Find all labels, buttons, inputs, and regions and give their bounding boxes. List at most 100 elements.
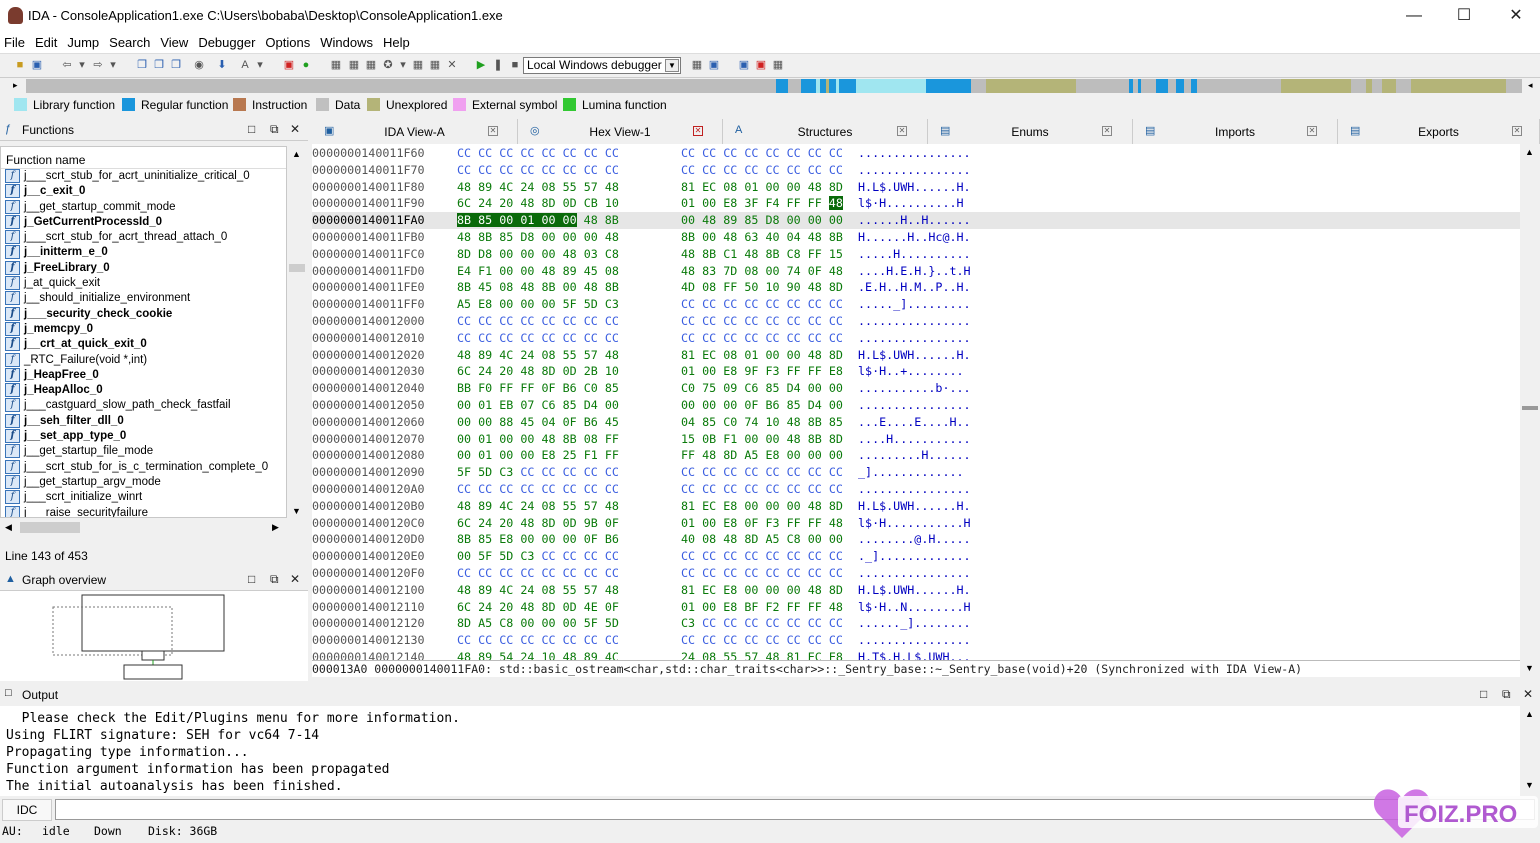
panel-minimize-icon[interactable]: □ bbox=[1480, 687, 1487, 701]
tab-close-icon[interactable]: ✕ bbox=[1307, 126, 1317, 136]
cross-icon[interactable]: ✕ bbox=[446, 59, 458, 71]
hex-bytes-left[interactable]: 48 89 4C 24 08 55 57 48 bbox=[457, 582, 619, 599]
function-list-item[interactable]: f j_memcpy_0 bbox=[1, 321, 286, 337]
hex-row[interactable]: 0000000140011FC0 8D D8 00 00 00 48 03 C8 4… bbox=[312, 246, 1520, 263]
panel-close-icon[interactable]: ✕ bbox=[290, 572, 300, 586]
hex-vertical-scrollbar[interactable]: ▲ ▼ bbox=[1520, 144, 1540, 677]
jump-down-icon[interactable]: ⬇ bbox=[216, 59, 228, 71]
chevron-down-icon[interactable]: ▾ bbox=[254, 59, 266, 71]
hex-bytes-left[interactable]: 00 5F 5D C3 CC CC CC CC bbox=[457, 548, 619, 565]
hex-bytes-right[interactable]: 04 85 C0 74 10 48 8B 85 bbox=[681, 414, 843, 431]
maximize-button[interactable]: ☐ bbox=[1444, 4, 1484, 28]
panel-minimize-icon[interactable]: □ bbox=[248, 572, 255, 586]
function-list-item[interactable]: f j__c_exit_0 bbox=[1, 184, 286, 199]
hex-row[interactable]: 00000001400120B0 48 89 4C 24 08 55 57 48 8… bbox=[312, 498, 1520, 515]
panel-float-icon[interactable]: ⧉ bbox=[270, 572, 279, 587]
hex-bytes-right[interactable]: 40 08 48 8D A5 C8 00 00 bbox=[681, 531, 843, 548]
hex-bytes-left[interactable]: 8B 85 00 01 00 00 48 8B bbox=[457, 212, 619, 229]
scroll-up-icon[interactable]: ▲ bbox=[1525, 709, 1534, 719]
function-list-item[interactable]: f j___scrt_initialize_winrt bbox=[1, 490, 286, 505]
hex-row[interactable]: 0000000140012130 CC CC CC CC CC CC CC CC C… bbox=[312, 632, 1520, 649]
copy-icon[interactable]: ❐ bbox=[136, 59, 148, 71]
hex-row[interactable]: 0000000140012050 00 01 EB 07 C6 85 D4 00 0… bbox=[312, 397, 1520, 414]
hex-bytes-left[interactable]: 00 01 00 00 48 8B 08 FF bbox=[457, 431, 619, 448]
binary-search-icon[interactable]: ◉ bbox=[193, 59, 205, 71]
scroll-down-icon[interactable]: ▼ bbox=[1525, 663, 1534, 673]
hex-row[interactable]: 00000001400120F0 CC CC CC CC CC CC CC CC C… bbox=[312, 565, 1520, 582]
tab-close-icon[interactable]: ✕ bbox=[488, 126, 498, 136]
menu-jump[interactable]: Jump bbox=[62, 33, 104, 50]
hex-bytes-left[interactable]: 8D D8 00 00 00 48 03 C8 bbox=[457, 246, 619, 263]
hex-bytes-right[interactable]: 48 8B C1 48 8B C8 FF 15 bbox=[681, 246, 843, 263]
hex-bytes-right[interactable]: 15 0B F1 00 00 48 8B 8D bbox=[681, 431, 843, 448]
hex-row[interactable]: 0000000140011FA0 8B 85 00 01 00 00 48 8B 0… bbox=[312, 212, 1520, 229]
panel-close-icon[interactable]: ✕ bbox=[1523, 687, 1533, 701]
hex-bytes-right[interactable]: CC CC CC CC CC CC CC CC bbox=[681, 565, 843, 582]
hex-bytes-left[interactable]: BB F0 FF FF 0F B6 C0 85 bbox=[457, 380, 619, 397]
hex-row[interactable]: 00000001400120C0 6C 24 20 48 8D 0D 9B 0F 0… bbox=[312, 515, 1520, 532]
hex-bytes-right[interactable]: CC CC CC CC CC CC CC CC bbox=[681, 145, 843, 162]
stop-icon[interactable]: ■ bbox=[509, 59, 521, 71]
hex-bytes-left[interactable]: E4 F1 00 00 48 89 45 08 bbox=[457, 263, 619, 280]
tool6-icon[interactable]: ▦ bbox=[429, 59, 441, 71]
panel-float-icon[interactable]: ⧉ bbox=[1502, 687, 1511, 702]
hex-bytes-left[interactable]: 00 01 EB 07 C6 85 D4 00 bbox=[457, 397, 619, 414]
hex-bytes-left[interactable]: CC CC CC CC CC CC CC CC bbox=[457, 565, 619, 582]
hex-bytes-right[interactable]: 81 EC E8 00 00 00 48 8D bbox=[681, 582, 843, 599]
debug-tool5-icon[interactable]: ▦ bbox=[772, 59, 784, 71]
tab-structures[interactable]: A Structures ✕ bbox=[723, 119, 928, 144]
menu-debugger[interactable]: Debugger bbox=[193, 33, 260, 50]
hex-bytes-right[interactable]: CC CC CC CC CC CC CC CC bbox=[681, 313, 843, 330]
hex-row[interactable]: 0000000140012110 6C 24 20 48 8D 0D 4E 0F 0… bbox=[312, 599, 1520, 616]
debug-tool1-icon[interactable]: ▦ bbox=[691, 59, 703, 71]
hex-bytes-left[interactable]: 48 89 4C 24 08 55 57 48 bbox=[457, 347, 619, 364]
hex-bytes-left[interactable]: 8D A5 C8 00 00 00 5F 5D bbox=[457, 615, 619, 632]
scroll-right-icon[interactable]: ▶ bbox=[272, 522, 279, 533]
scroll-down-icon[interactable]: ▼ bbox=[292, 506, 301, 516]
function-list-item[interactable]: f j___castguard_slow_path_check_fastfail bbox=[1, 398, 286, 413]
save-icon[interactable]: ▣ bbox=[31, 59, 43, 71]
function-list-item[interactable]: f j_GetCurrentProcessId_0 bbox=[1, 214, 286, 230]
panel-float-icon[interactable]: ⧉ bbox=[270, 122, 279, 137]
function-list-item[interactable]: f j__set_app_type_0 bbox=[1, 429, 286, 444]
function-list-item[interactable]: f j_HeapAlloc_0 bbox=[1, 383, 286, 398]
hex-bytes-right[interactable]: CC CC CC CC CC CC CC CC bbox=[681, 548, 843, 565]
tab-close-icon[interactable]: ✕ bbox=[1102, 126, 1112, 136]
panel-minimize-icon[interactable]: □ bbox=[248, 122, 255, 136]
hex-row[interactable]: 0000000140011F90 6C 24 20 48 8D 0D CB 10 0… bbox=[312, 195, 1520, 212]
hscroll-thumb[interactable] bbox=[20, 522, 80, 533]
hex-bytes-right[interactable]: CC CC CC CC CC CC CC CC bbox=[681, 464, 843, 481]
hex-row[interactable]: 0000000140012010 CC CC CC CC CC CC CC CC C… bbox=[312, 330, 1520, 347]
hex-row[interactable]: 0000000140012020 48 89 4C 24 08 55 57 48 8… bbox=[312, 347, 1520, 364]
hex-bytes-right[interactable]: CC CC CC CC CC CC CC CC bbox=[681, 330, 843, 347]
hex-row[interactable]: 0000000140012090 5F 5D C3 CC CC CC CC CC C… bbox=[312, 464, 1520, 481]
hex-bytes-right[interactable]: 81 EC 08 01 00 00 48 8D bbox=[681, 179, 843, 196]
tab-imports[interactable]: ▤ Imports ✕ bbox=[1133, 119, 1338, 144]
hex-view[interactable]: 0000000140011F60 CC CC CC CC CC CC CC CC C… bbox=[312, 144, 1520, 664]
tool4-icon[interactable]: ✪ bbox=[382, 59, 394, 71]
hex-row[interactable]: 0000000140011F80 48 89 4C 24 08 55 57 48 8… bbox=[312, 179, 1520, 196]
hex-bytes-left[interactable]: CC CC CC CC CC CC CC CC bbox=[457, 162, 619, 179]
function-list-item[interactable]: f _RTC_Failure(void *,int) bbox=[1, 352, 286, 368]
tool1-icon[interactable]: ▦ bbox=[330, 59, 342, 71]
forward-icon[interactable]: ⇨ bbox=[92, 59, 104, 71]
open-icon[interactable]: ■ bbox=[14, 59, 26, 71]
hex-bytes-left[interactable]: 8B 85 E8 00 00 00 0F B6 bbox=[457, 531, 619, 548]
hex-bytes-left[interactable]: CC CC CC CC CC CC CC CC bbox=[457, 481, 619, 498]
tab-enums[interactable]: ▤ Enums ✕ bbox=[928, 119, 1133, 144]
tool3-icon[interactable]: ▦ bbox=[365, 59, 377, 71]
debug-tool4-icon[interactable]: ▣ bbox=[755, 59, 767, 71]
menu-view[interactable]: View bbox=[155, 33, 193, 50]
hex-bytes-left[interactable]: A5 E8 00 00 00 5F 5D C3 bbox=[457, 296, 619, 313]
tab-close-icon[interactable]: ✕ bbox=[897, 126, 907, 136]
hex-bytes-right[interactable]: 4D 08 FF 50 10 90 48 8D bbox=[681, 279, 843, 296]
status-circle-icon[interactable]: ● bbox=[300, 59, 312, 71]
scroll-thumb[interactable] bbox=[289, 264, 305, 272]
hex-bytes-left[interactable]: 5F 5D C3 CC CC CC CC CC bbox=[457, 464, 619, 481]
scroll-thumb[interactable] bbox=[1522, 406, 1538, 410]
hex-bytes-right[interactable]: 01 00 E8 0F F3 FF FF 48 bbox=[681, 515, 843, 532]
menu-help[interactable]: Help bbox=[378, 33, 415, 50]
chevron-down-icon[interactable]: ▾ bbox=[107, 59, 119, 71]
hex-row[interactable]: 0000000140011FD0 E4 F1 00 00 48 89 45 08 4… bbox=[312, 263, 1520, 280]
function-list-item[interactable]: f j__initterm_e_0 bbox=[1, 245, 286, 260]
